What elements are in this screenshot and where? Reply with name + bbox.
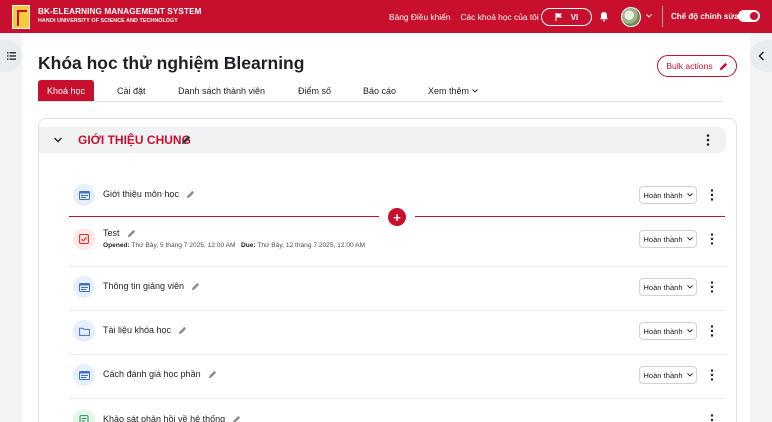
activity-link[interactable]: Thông tin giảng viên: [103, 281, 200, 291]
edit-mode-toggle[interactable]: [738, 10, 760, 22]
due-date: Thứ Bảy, 12 tháng 7 2025, 12:00 AM: [257, 242, 366, 249]
activity-name: Khảo sát phản hồi về hệ thống: [103, 414, 226, 422]
nav-link-my-courses[interactable]: Các khoá học của tôi: [460, 12, 538, 22]
language-label: VI: [570, 12, 579, 22]
language-button[interactable]: VI: [541, 8, 592, 26]
completion-label: Hoàn thành: [643, 190, 683, 200]
bulk-actions-label: Bulk actions: [666, 61, 713, 71]
feedback-icon: [73, 409, 95, 422]
kebab-menu-icon[interactable]: [710, 368, 714, 382]
kebab-menu-icon[interactable]: [710, 232, 714, 246]
nav-link-dashboard[interactable]: Bảng Điều khiển: [389, 12, 450, 22]
activity-link[interactable]: Cách đánh giá học phần: [103, 369, 217, 379]
edit-pencil-icon[interactable]: [191, 282, 200, 291]
page-icon: [73, 364, 95, 386]
tab-reports[interactable]: Báo cáo: [363, 80, 396, 101]
edit-mode-label: Chế độ chỉnh sửa: [671, 12, 739, 21]
navbar-divider: [662, 6, 663, 27]
chevron-down-icon: [686, 329, 693, 333]
folder-icon: [73, 320, 95, 342]
chevron-down-icon: [686, 237, 693, 241]
edit-pencil-icon[interactable]: [208, 370, 217, 379]
activity-link[interactable]: Tài liệu khóa học: [103, 325, 187, 335]
site-logo[interactable]: BK-ELEARNING MANAGEMENT SYSTEM HANOI UNI…: [12, 4, 202, 29]
list-icon: [6, 52, 16, 60]
edit-pencil-icon[interactable]: [186, 190, 195, 199]
completion-dropdown[interactable]: Hoàn thành: [639, 366, 697, 384]
tab-participants[interactable]: Danh sách thành viên: [178, 80, 265, 101]
opened-label: Opened:: [103, 242, 130, 249]
tab-course[interactable]: Khoá học: [38, 80, 95, 101]
completion-dropdown[interactable]: Hoàn thành: [639, 278, 697, 296]
kebab-menu-icon[interactable]: [706, 133, 710, 147]
tab-more-label: Xem thêm: [428, 85, 470, 96]
edit-pencil-icon[interactable]: [178, 326, 187, 335]
block-drawer-toggle[interactable]: [750, 40, 772, 72]
logo-title: BK-ELEARNING MANAGEMENT SYSTEM: [38, 7, 202, 17]
quiz-icon: [73, 228, 95, 250]
activity-item: Test Opened: Thứ Bảy, 5 tháng 7 2025, 12…: [69, 220, 726, 260]
activity-item: Khảo sát phản hồi về hệ thống: [69, 401, 726, 422]
chevron-down-icon: [686, 373, 693, 377]
notification-bell-icon[interactable]: [599, 11, 609, 22]
completion-dropdown[interactable]: Hoàn thành: [639, 186, 697, 204]
activity-name: Thông tin giảng viên: [103, 281, 185, 291]
section-header: GIỚI THIỆU CHUNG: [39, 127, 726, 153]
activity-item: Tài liệu khóa học Hoàn thành: [69, 312, 726, 352]
activity-link[interactable]: Khảo sát phản hồi về hệ thống: [103, 414, 241, 422]
chevron-down-icon: [686, 193, 693, 197]
section-title[interactable]: GIỚI THIỆU CHUNG: [78, 133, 191, 147]
bulk-actions-button[interactable]: Bulk actions: [657, 55, 737, 77]
edit-pencil-icon[interactable]: [232, 415, 241, 422]
kebab-menu-icon[interactable]: [710, 413, 714, 422]
course-tabs: Khoá học Cài đặt Danh sách thành viên Đi…: [38, 80, 723, 102]
activity-dates: Opened: Thứ Bảy, 5 tháng 7 2025, 12:00 A…: [103, 242, 365, 249]
activity-link[interactable]: Giới thiệu môn học: [103, 189, 195, 199]
page-icon: [73, 276, 95, 298]
tab-grades[interactable]: Điểm số: [298, 80, 331, 101]
logo-subtitle: HANOI UNIVERSITY OF SCIENCE AND TECHNOLO…: [38, 18, 178, 25]
logo-icon: [12, 4, 30, 29]
activity-link[interactable]: Test: [103, 228, 136, 238]
chevron-down-icon: [472, 88, 478, 93]
course-index-drawer-toggle[interactable]: [0, 40, 22, 72]
flag-icon: [555, 13, 562, 21]
activity-separator: [69, 398, 726, 399]
top-navbar: BK-ELEARNING MANAGEMENT SYSTEM HANOI UNI…: [0, 0, 772, 33]
kebab-menu-icon[interactable]: [710, 324, 714, 338]
completion-dropdown[interactable]: Hoàn thành: [639, 230, 697, 248]
main-content: Khóa học thử nghiệm Blearning Bulk actio…: [22, 33, 750, 422]
pencil-icon: [719, 62, 727, 70]
tab-more[interactable]: Xem thêm: [428, 80, 478, 101]
completion-label: Hoàn thành: [643, 326, 683, 336]
completion-label: Hoàn thành: [643, 282, 683, 292]
completion-dropdown[interactable]: Hoàn thành: [639, 322, 697, 340]
kebab-menu-icon[interactable]: [710, 280, 714, 294]
activity-name: Tài liệu khóa học: [103, 325, 172, 335]
edit-pencil-icon[interactable]: [127, 229, 136, 238]
activity-separator: [69, 310, 726, 311]
chevron-down-icon[interactable]: [53, 135, 63, 145]
activity-name: Giới thiệu môn học: [103, 189, 179, 199]
kebab-menu-icon[interactable]: [710, 188, 714, 202]
completion-label: Hoàn thành: [643, 370, 683, 380]
activity-separator: [69, 266, 726, 267]
course-section: GIỚI THIỆU CHUNG Giới thiệu môn học Hoàn…: [38, 118, 737, 422]
page-title: Khóa học thử nghiệm Blearning: [38, 53, 305, 73]
chevron-down-icon[interactable]: [646, 13, 652, 19]
completion-label: Hoàn thành: [643, 234, 683, 244]
opened-date: Thứ Bảy, 5 tháng 7 2025, 12:00 AM: [131, 242, 236, 249]
activity-item: Thông tin giảng viên Hoàn thành: [69, 268, 726, 308]
tab-settings[interactable]: Cài đặt: [117, 80, 146, 101]
chevron-down-icon: [686, 285, 693, 289]
activity-name: Test: [103, 228, 120, 238]
user-avatar[interactable]: [621, 7, 641, 27]
page-icon: [73, 184, 95, 206]
activity-separator: [69, 354, 726, 355]
due-label: Due:: [240, 242, 256, 249]
chevron-left-icon: [757, 51, 764, 61]
activity-name: Cách đánh giá học phần: [103, 369, 201, 379]
edit-pencil-icon[interactable]: [181, 135, 191, 145]
activity-item: Cách đánh giá học phần Hoàn thành: [69, 356, 726, 396]
